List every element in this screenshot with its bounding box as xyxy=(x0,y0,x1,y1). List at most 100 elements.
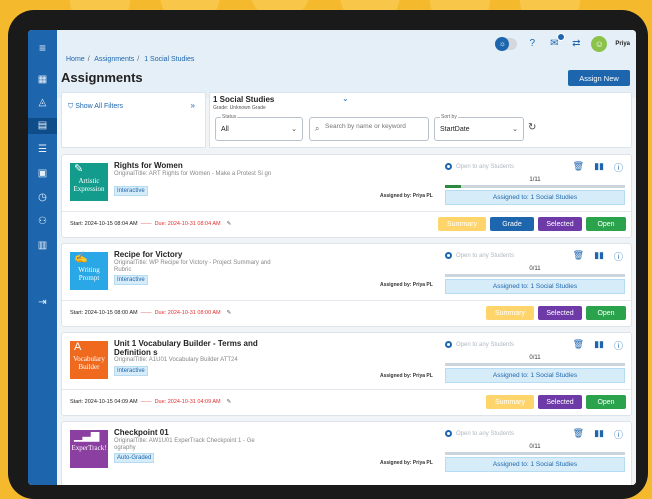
open-to-any-radio[interactable]: Open to any Students xyxy=(445,252,514,259)
delete-icon[interactable]: 🗑︎ xyxy=(573,428,584,441)
open-button[interactable]: Open xyxy=(586,217,626,231)
assignments-icon[interactable]: ▤ xyxy=(28,118,57,134)
progress-fill xyxy=(445,185,462,188)
logout-icon[interactable]: ⇥ xyxy=(28,295,57,311)
pencil-icon[interactable]: ✎ xyxy=(227,310,232,316)
report-icon[interactable]: ▥ xyxy=(28,238,57,254)
card-title[interactable]: Checkpoint 01 xyxy=(114,428,274,437)
selected-button[interactable]: Selected xyxy=(538,306,582,320)
class-filter-panel: 1 Social Studies ⌄ Grade: Unknown Grade … xyxy=(209,92,632,148)
card-thumbnail[interactable]: ▁▃▆ ExperTrack! xyxy=(70,430,108,468)
messages-icon[interactable]: ✉ xyxy=(547,33,566,51)
book-icon[interactable]: ▮▮ xyxy=(594,428,604,441)
show-all-filters-button[interactable]: ⛉ Show All Filters xyxy=(68,103,123,111)
card-dates: Start: 2024-10-15 04:09 AM —— Due: 2024-10… xyxy=(70,399,232,405)
avatar[interactable]: ☺ xyxy=(591,36,608,52)
breadcrumb-class[interactable]: 1 Social Studies xyxy=(144,56,194,63)
image-icon[interactable]: ▣ xyxy=(28,166,57,182)
delete-icon[interactable]: 🗑︎ xyxy=(573,339,584,352)
chevron-down-icon[interactable]: ⌄ xyxy=(342,94,349,103)
book-icon[interactable]: ▮▮ xyxy=(594,250,604,263)
theme-toggle[interactable]: ☼ xyxy=(495,37,518,51)
main-content: ☼ ? ✉ ⇄ ☺ Priya Home / Assignments/ 1 Soc… xyxy=(57,30,636,485)
user-name[interactable]: Priya xyxy=(615,41,630,47)
card-actions: 🗑︎ ▮▮ ⓘ xyxy=(573,161,623,174)
sort-select[interactable]: Sort by StartDate ⌄ xyxy=(434,114,524,141)
summary-button[interactable]: Summary xyxy=(438,217,486,231)
help-icon[interactable]: ? xyxy=(525,37,539,51)
summary-button[interactable]: Summary xyxy=(486,306,534,320)
card-original-title: OriginalTitle: ART Rights for Women - Ma… xyxy=(114,171,272,177)
assigned-by: Assigned by: Priya PL xyxy=(380,193,433,199)
sort-value: StartDate xyxy=(440,126,470,133)
assigned-to[interactable]: Assigned to: 1 Social Studies xyxy=(445,457,625,472)
palette-icon: ✎ xyxy=(74,163,84,175)
progress-bar xyxy=(445,452,625,455)
search-field[interactable]: ⌕ xyxy=(309,117,429,141)
breadcrumb-assignments[interactable]: Assignments xyxy=(94,56,134,63)
card-title[interactable]: Unit 1 Vocabulary Builder - Terms and De… xyxy=(114,339,274,357)
assigned-by: Assigned by: Priya PL xyxy=(380,460,433,466)
card-title[interactable]: Rights for Women xyxy=(114,161,274,170)
card-thumbnail[interactable]: ✍ Writing Prompt xyxy=(70,252,108,290)
graduation-cap-icon[interactable]: ◬ xyxy=(28,95,57,111)
breadcrumb-home[interactable]: Home xyxy=(66,56,85,63)
pencil-icon[interactable]: ✎ xyxy=(227,399,232,405)
submission-count: 0/11 xyxy=(529,444,541,450)
filter-icon: ⛉ xyxy=(68,103,74,110)
card-tag: Interactive xyxy=(114,275,148,285)
page-title: Assignments xyxy=(61,70,143,85)
refresh-icon[interactable]: ↻ xyxy=(528,122,536,133)
list-icon[interactable]: ☰ xyxy=(28,142,57,158)
card-original-title: OriginalTitle: WP Recipe for Victory - P… xyxy=(114,260,271,273)
assign-new-button[interactable]: Assign New xyxy=(568,70,630,86)
sidebar: ≡ ▦ ◬ ▤ ☰ ▣ ◷ ⚇ ▥ ⇥ xyxy=(28,30,57,485)
info-icon[interactable]: ⓘ xyxy=(614,250,623,263)
delete-icon[interactable]: 🗑︎ xyxy=(573,161,584,174)
delete-icon[interactable]: 🗑︎ xyxy=(573,250,584,263)
class-name[interactable]: 1 Social Studies xyxy=(213,95,274,104)
open-button[interactable]: Open xyxy=(586,306,626,320)
grade-button[interactable]: Grade xyxy=(490,217,534,231)
radio-icon xyxy=(445,430,452,437)
menu-icon[interactable]: ≡ xyxy=(28,40,57,56)
assignment-card: ✎ Artistic Expression Rights for Women Or… xyxy=(61,154,632,238)
translate-icon[interactable]: ⇄ xyxy=(569,37,583,51)
open-to-any-radio[interactable]: Open to any Students xyxy=(445,341,514,348)
show-all-filters-label: Show All Filters xyxy=(75,103,124,110)
pencil-icon[interactable]: ✎ xyxy=(227,221,232,227)
book-icon[interactable]: ▮▮ xyxy=(594,161,604,174)
dashboard-icon[interactable]: ▦ xyxy=(28,72,57,88)
chevron-double-down-icon[interactable]: » xyxy=(191,101,195,110)
assigned-by: Assigned by: Priya PL xyxy=(380,282,433,288)
info-icon[interactable]: ⓘ xyxy=(614,428,623,441)
radio-icon xyxy=(445,341,452,348)
card-actions: 🗑︎ ▮▮ ⓘ xyxy=(573,250,623,263)
clock-icon[interactable]: ◷ xyxy=(28,190,57,206)
assigned-to[interactable]: Assigned to: 1 Social Studies xyxy=(445,279,625,294)
sort-label: Sort by xyxy=(440,114,458,120)
search-input[interactable] xyxy=(325,123,425,130)
card-thumbnail[interactable]: A Vocabulary Builder xyxy=(70,341,108,379)
assigned-to[interactable]: Assigned to: 1 Social Studies xyxy=(445,368,625,383)
open-button[interactable]: Open xyxy=(586,395,626,409)
status-select[interactable]: Status All ⌄ xyxy=(215,114,303,141)
card-thumbnail[interactable]: ✎ Artistic Expression xyxy=(70,163,108,201)
info-icon[interactable]: ⓘ xyxy=(614,339,623,352)
users-icon[interactable]: ⚇ xyxy=(28,214,57,230)
open-to-any-radio[interactable]: Open to any Students xyxy=(445,163,514,170)
start-date: Start: 2024-10-15 04:09 AM xyxy=(70,399,138,405)
open-to-any-radio[interactable]: Open to any Students xyxy=(445,430,514,437)
selected-button[interactable]: Selected xyxy=(538,217,582,231)
card-divider xyxy=(62,300,631,301)
selected-button[interactable]: Selected xyxy=(538,395,582,409)
summary-button[interactable]: Summary xyxy=(486,395,534,409)
card-title[interactable]: Recipe for Victory xyxy=(114,250,274,259)
status-value: All xyxy=(221,126,229,133)
book-icon[interactable]: ▮▮ xyxy=(594,339,604,352)
info-icon[interactable]: ⓘ xyxy=(614,161,623,174)
assigned-to[interactable]: Assigned to: 1 Social Studies xyxy=(445,190,625,205)
submission-count: 0/11 xyxy=(529,355,541,361)
card-actions: 🗑︎ ▮▮ ⓘ xyxy=(573,428,623,441)
thumbnail-label: Artistic Expression xyxy=(73,177,105,193)
